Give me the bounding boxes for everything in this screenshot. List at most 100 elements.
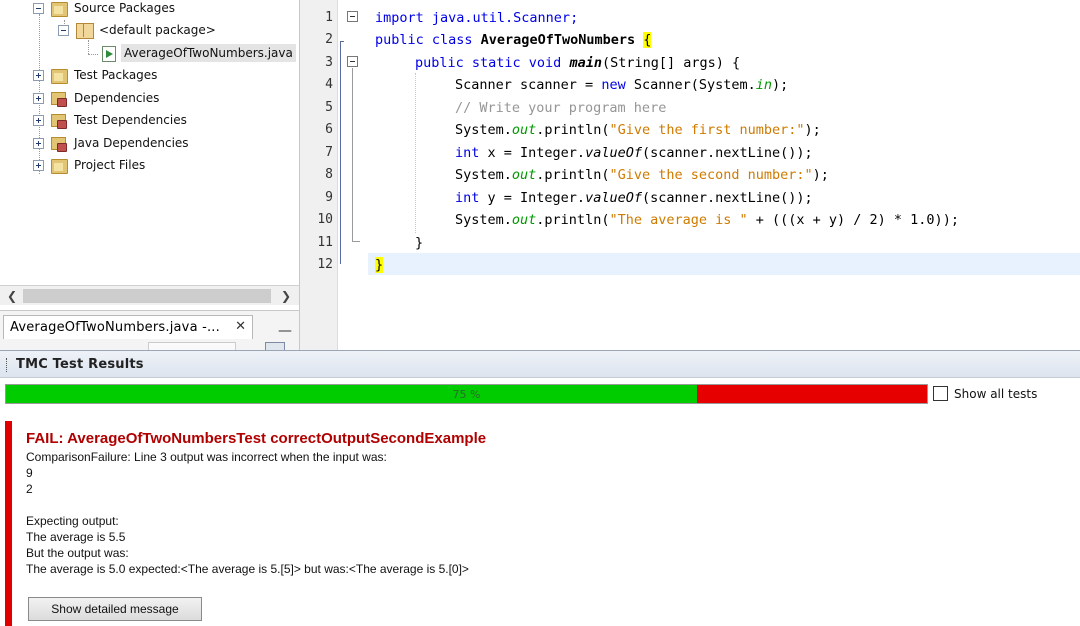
code-comment: // Write your program here [455, 100, 667, 116]
code-line-12: } [375, 254, 384, 276]
show-all-tests-checkbox[interactable]: Show all tests [933, 386, 1037, 401]
code-token: .println( [536, 212, 610, 228]
fold-guide [352, 241, 360, 242]
drag-handle-icon[interactable] [6, 358, 9, 372]
expand-icon[interactable] [33, 69, 44, 81]
code-line-7: int x = Integer.valueOf(scanner.nextLine… [455, 142, 813, 164]
code-token: valueOf [585, 190, 642, 206]
tree-node-java-file[interactable]: AverageOfTwoNumbers.java [100, 42, 296, 64]
code-token: out [511, 212, 537, 228]
tree-node-default-package[interactable]: <default package> [58, 19, 216, 41]
expand-icon[interactable] [33, 92, 44, 104]
navigator-options-button[interactable] [265, 342, 285, 350]
code-token: (String[] args) { [601, 55, 741, 71]
test-progress-bar: 75 % [5, 384, 928, 404]
matched-brace: } [375, 257, 384, 273]
failure-message-line: The average is 5.5 [26, 530, 126, 544]
expand-icon[interactable] [33, 137, 44, 149]
tree-guide [88, 54, 98, 55]
project-files-icon [50, 157, 68, 174]
line-number: 3 [325, 55, 333, 70]
tree-node-java-dependencies[interactable]: Java Dependencies [33, 132, 189, 154]
java-file-icon [100, 45, 118, 62]
close-icon[interactable]: ✕ [235, 319, 246, 334]
tree-horizontal-scrollbar[interactable]: ❮ ❯ [0, 285, 299, 305]
failure-message-line: Expecting output: [26, 514, 119, 528]
tree-node-label: Source Packages [74, 1, 176, 15]
fold-margin [338, 0, 368, 350]
code-line-3: public static void main(String[] args) { [415, 52, 740, 74]
show-detailed-message-button[interactable]: Show detailed message [28, 597, 202, 621]
code-string: "Give the second number:" [609, 167, 813, 183]
project-tree[interactable]: Source Packages <default package> Averag… [0, 0, 300, 310]
tree-node-label: <default package> [99, 23, 216, 37]
line-number: 10 [317, 212, 333, 227]
code-token: Scanner scanner = [455, 77, 602, 93]
expand-icon[interactable] [33, 159, 44, 171]
code-token: .println( [536, 167, 610, 183]
line-number: 9 [325, 190, 333, 205]
tree-node-dependencies[interactable]: Dependencies [33, 87, 159, 109]
navigator-tab[interactable]: AverageOfTwoNumbers.java -... ✕ [3, 315, 253, 339]
line-number-gutter: 1 2 3 4 5 6 7 8 9 10 11 12 [300, 0, 338, 350]
line-number: 4 [325, 77, 333, 92]
folder-icon [50, 0, 68, 17]
fold-collapse-icon[interactable] [347, 11, 358, 22]
navigator-panel: AverageOfTwoNumbers.java -... ✕ — [0, 310, 300, 350]
code-line-5: // Write your program here [455, 97, 666, 119]
line-number: 1 [325, 10, 333, 25]
code-token: public static void [415, 55, 570, 71]
code-token: } [415, 235, 424, 251]
scrollbar-thumb[interactable] [23, 289, 271, 303]
tree-node-label: Test Packages [74, 68, 158, 82]
expand-icon[interactable] [33, 114, 44, 126]
checkbox-icon[interactable] [933, 386, 948, 401]
code-line-8: System.out.println("Give the second numb… [455, 164, 829, 186]
brace-match-bracket [340, 41, 344, 264]
collapse-icon[interactable] [58, 24, 69, 36]
code-token: valueOf [585, 145, 642, 161]
code-token: main [569, 55, 602, 71]
code-editor[interactable]: 1 2 3 4 5 6 7 8 9 10 11 12 import java.u… [300, 0, 1080, 350]
tree-node-source-packages[interactable]: Source Packages [33, 0, 175, 19]
fold-collapse-icon[interactable] [347, 56, 358, 67]
line-number: 12 [317, 257, 333, 272]
line-number: 5 [325, 100, 333, 115]
code-token: System. [455, 122, 512, 138]
code-line-6: System.out.println("Give the first numbe… [455, 119, 821, 141]
test-result-failure: FAIL: AverageOfTwoNumbersTest correctOut… [5, 421, 1080, 626]
tree-node-label: Test Dependencies [74, 113, 187, 127]
minimize-icon[interactable]: — [278, 323, 292, 339]
code-line-10: System.out.println("The average is " + (… [455, 209, 959, 231]
tree-node-project-files[interactable]: Project Files [33, 154, 145, 176]
code-token: System. [455, 167, 512, 183]
collapse-icon[interactable] [33, 2, 44, 14]
code-string: "Give the first number:" [609, 122, 805, 138]
tree-node-test-packages[interactable]: Test Packages [33, 64, 157, 86]
failure-message-line: The average is 5.0 expected:<The average… [26, 562, 469, 576]
failure-message-line: 9 [26, 466, 33, 480]
line-number: 11 [317, 235, 333, 250]
line-number: 8 [325, 167, 333, 182]
code-token: x = Integer. [479, 145, 586, 161]
line-number: 2 [325, 32, 333, 47]
failure-heading: FAIL: AverageOfTwoNumbersTest correctOut… [26, 430, 487, 447]
code-token: new [601, 77, 626, 93]
matched-brace: { [643, 32, 652, 48]
code-line-2: public class AverageOfTwoNumbers { [375, 29, 652, 51]
tree-node-test-dependencies[interactable]: Test Dependencies [33, 109, 187, 131]
code-token: int [455, 145, 480, 161]
code-token: (scanner.nextLine()); [641, 190, 813, 206]
failure-message-line: ComparisonFailure: Line 3 output was inc… [26, 450, 387, 464]
code-token: out [511, 122, 537, 138]
code-token: AverageOfTwoNumbers [480, 32, 636, 48]
code-token: public class [375, 32, 481, 48]
navigator-filter-field[interactable] [148, 342, 236, 350]
tmc-test-results-panel: TMC Test Results 75 % Show all tests FAI… [0, 350, 1080, 626]
code-line-11: } [415, 232, 423, 254]
code-token: Scanner(System. [625, 77, 756, 93]
scroll-left-icon[interactable]: ❮ [4, 288, 20, 304]
scroll-right-icon[interactable]: ❯ [278, 288, 294, 304]
tmc-panel-header[interactable]: TMC Test Results [0, 351, 1080, 378]
code-string: "The average is " [609, 212, 748, 228]
